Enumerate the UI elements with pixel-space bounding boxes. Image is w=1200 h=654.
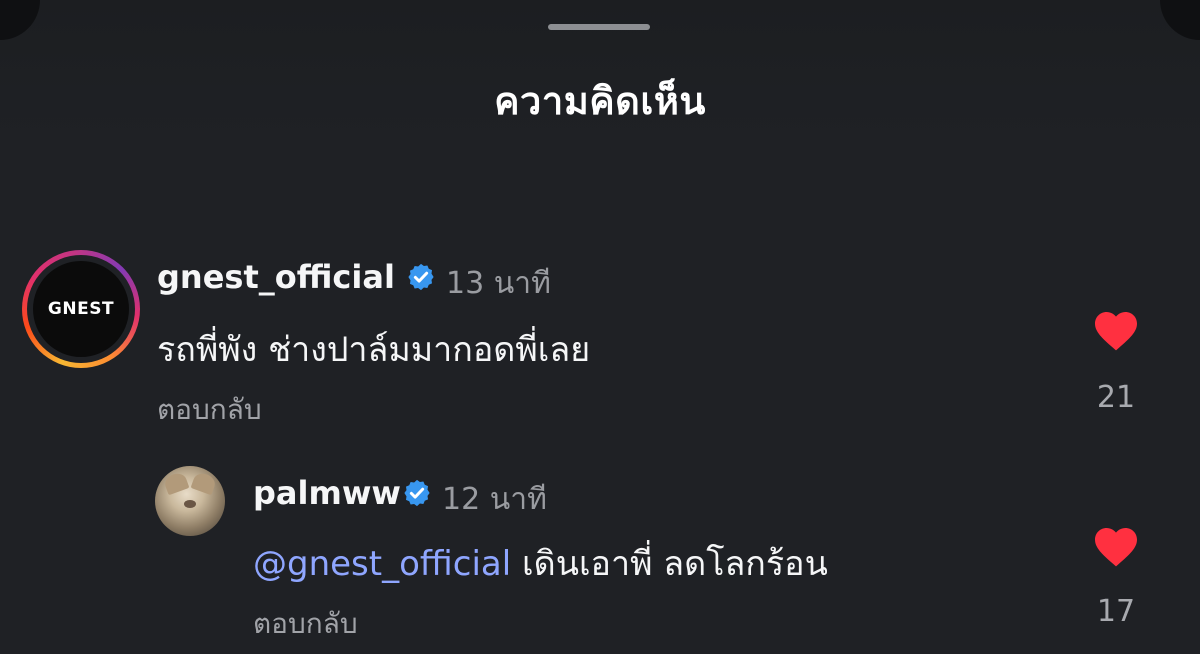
comments-sheet: ความคิดเห็น GNEST gnest_official 13 นาที…	[0, 0, 1200, 654]
avatar-brand-text: GNEST	[47, 299, 115, 319]
comment-text: รถพี่พัง ช่างปาล์มมากอดพี่เลย	[157, 330, 591, 370]
avatar[interactable]	[155, 466, 225, 536]
heart-filled-icon[interactable]	[1092, 308, 1140, 352]
comment-text: @gnest_official เดินเอาพี่ ลดโลกร้อน	[253, 536, 828, 590]
comment-timestamp: 12 นาที	[442, 482, 547, 517]
like-count: 21	[1096, 380, 1136, 415]
comment-username[interactable]: gnest_official	[157, 258, 395, 296]
sheet-corner-right	[1160, 0, 1200, 40]
sheet-drag-handle[interactable]	[548, 24, 650, 30]
avatar[interactable]: GNEST	[33, 261, 129, 357]
sheet-title: ความคิดเห็น	[494, 79, 706, 123]
reply-button[interactable]: ตอบกลับ	[253, 602, 358, 646]
heart-filled-icon[interactable]	[1092, 524, 1140, 568]
mention-link[interactable]: @gnest_official	[253, 544, 511, 584]
verified-badge-icon	[408, 263, 434, 291]
reply-button[interactable]: ตอบกลับ	[157, 388, 262, 432]
comment-body: เดินเอาพี่ ลดโลกร้อน	[511, 544, 828, 584]
like-count: 17	[1096, 594, 1136, 629]
comment-username[interactable]: palmww	[253, 474, 401, 512]
sheet-corner-left	[0, 0, 40, 40]
verified-badge-icon	[404, 479, 430, 507]
avatar-story-ring[interactable]: GNEST	[22, 250, 140, 368]
comment-timestamp: 13 นาที	[446, 266, 551, 301]
